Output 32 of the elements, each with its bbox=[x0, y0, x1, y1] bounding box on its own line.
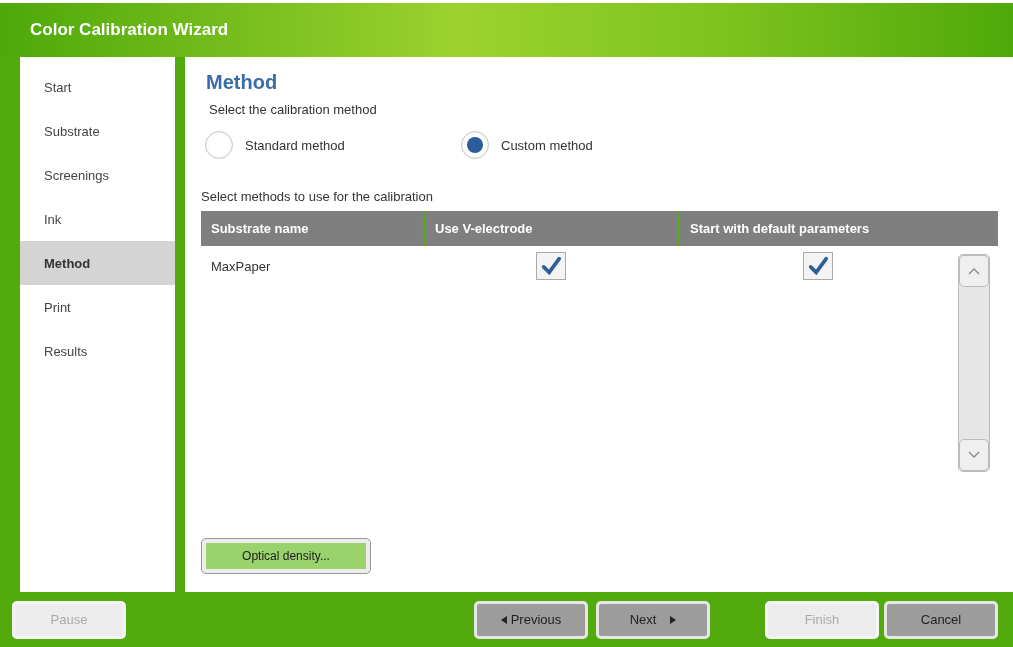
next-button[interactable]: Next bbox=[596, 600, 710, 639]
sidebar-item[interactable]: Screenings bbox=[20, 153, 175, 197]
checkbox[interactable] bbox=[535, 252, 566, 280]
sidebar-item[interactable]: Start bbox=[20, 65, 175, 109]
previous-button[interactable]: Previous bbox=[474, 600, 588, 639]
page-heading: Method bbox=[206, 71, 279, 94]
optical-density-button[interactable]: Optical density... bbox=[201, 538, 371, 574]
scroll-down-button[interactable] bbox=[959, 439, 989, 471]
sidebar-item[interactable]: Results bbox=[20, 329, 175, 373]
chevron-down-icon bbox=[968, 451, 980, 459]
sidebar-item[interactable]: Print bbox=[20, 285, 175, 329]
right-triangle-icon bbox=[670, 615, 677, 624]
column-header: Substrate name bbox=[210, 220, 310, 238]
table-cell: MaxPaper bbox=[211, 258, 271, 274]
method-prompt: Select the calibration method bbox=[209, 102, 378, 117]
scroll-up-button[interactable] bbox=[959, 255, 989, 287]
column-header: Start with default parameters bbox=[678, 211, 958, 246]
column-header: Use V-electrode bbox=[423, 211, 678, 246]
window-title: Color Calibration Wizard bbox=[30, 20, 229, 40]
checkbox[interactable] bbox=[803, 252, 833, 280]
left-triangle-icon bbox=[500, 615, 507, 624]
footer-button[interactable]: Cancel bbox=[884, 600, 998, 639]
sidebar-item[interactable]: Substrate bbox=[20, 109, 175, 153]
radio-button[interactable] bbox=[461, 131, 489, 159]
sidebar-item[interactable]: Ink bbox=[20, 197, 175, 241]
table-prompt: Select methods to use for the calibration bbox=[201, 189, 434, 204]
radio-button[interactable] bbox=[205, 131, 233, 159]
chevron-up-icon bbox=[968, 267, 980, 275]
scrollbar[interactable] bbox=[958, 254, 990, 472]
radio-label: Standard method bbox=[245, 137, 345, 153]
radio-label: Custom method bbox=[501, 137, 593, 153]
sidebar-item[interactable]: Method bbox=[20, 241, 175, 285]
